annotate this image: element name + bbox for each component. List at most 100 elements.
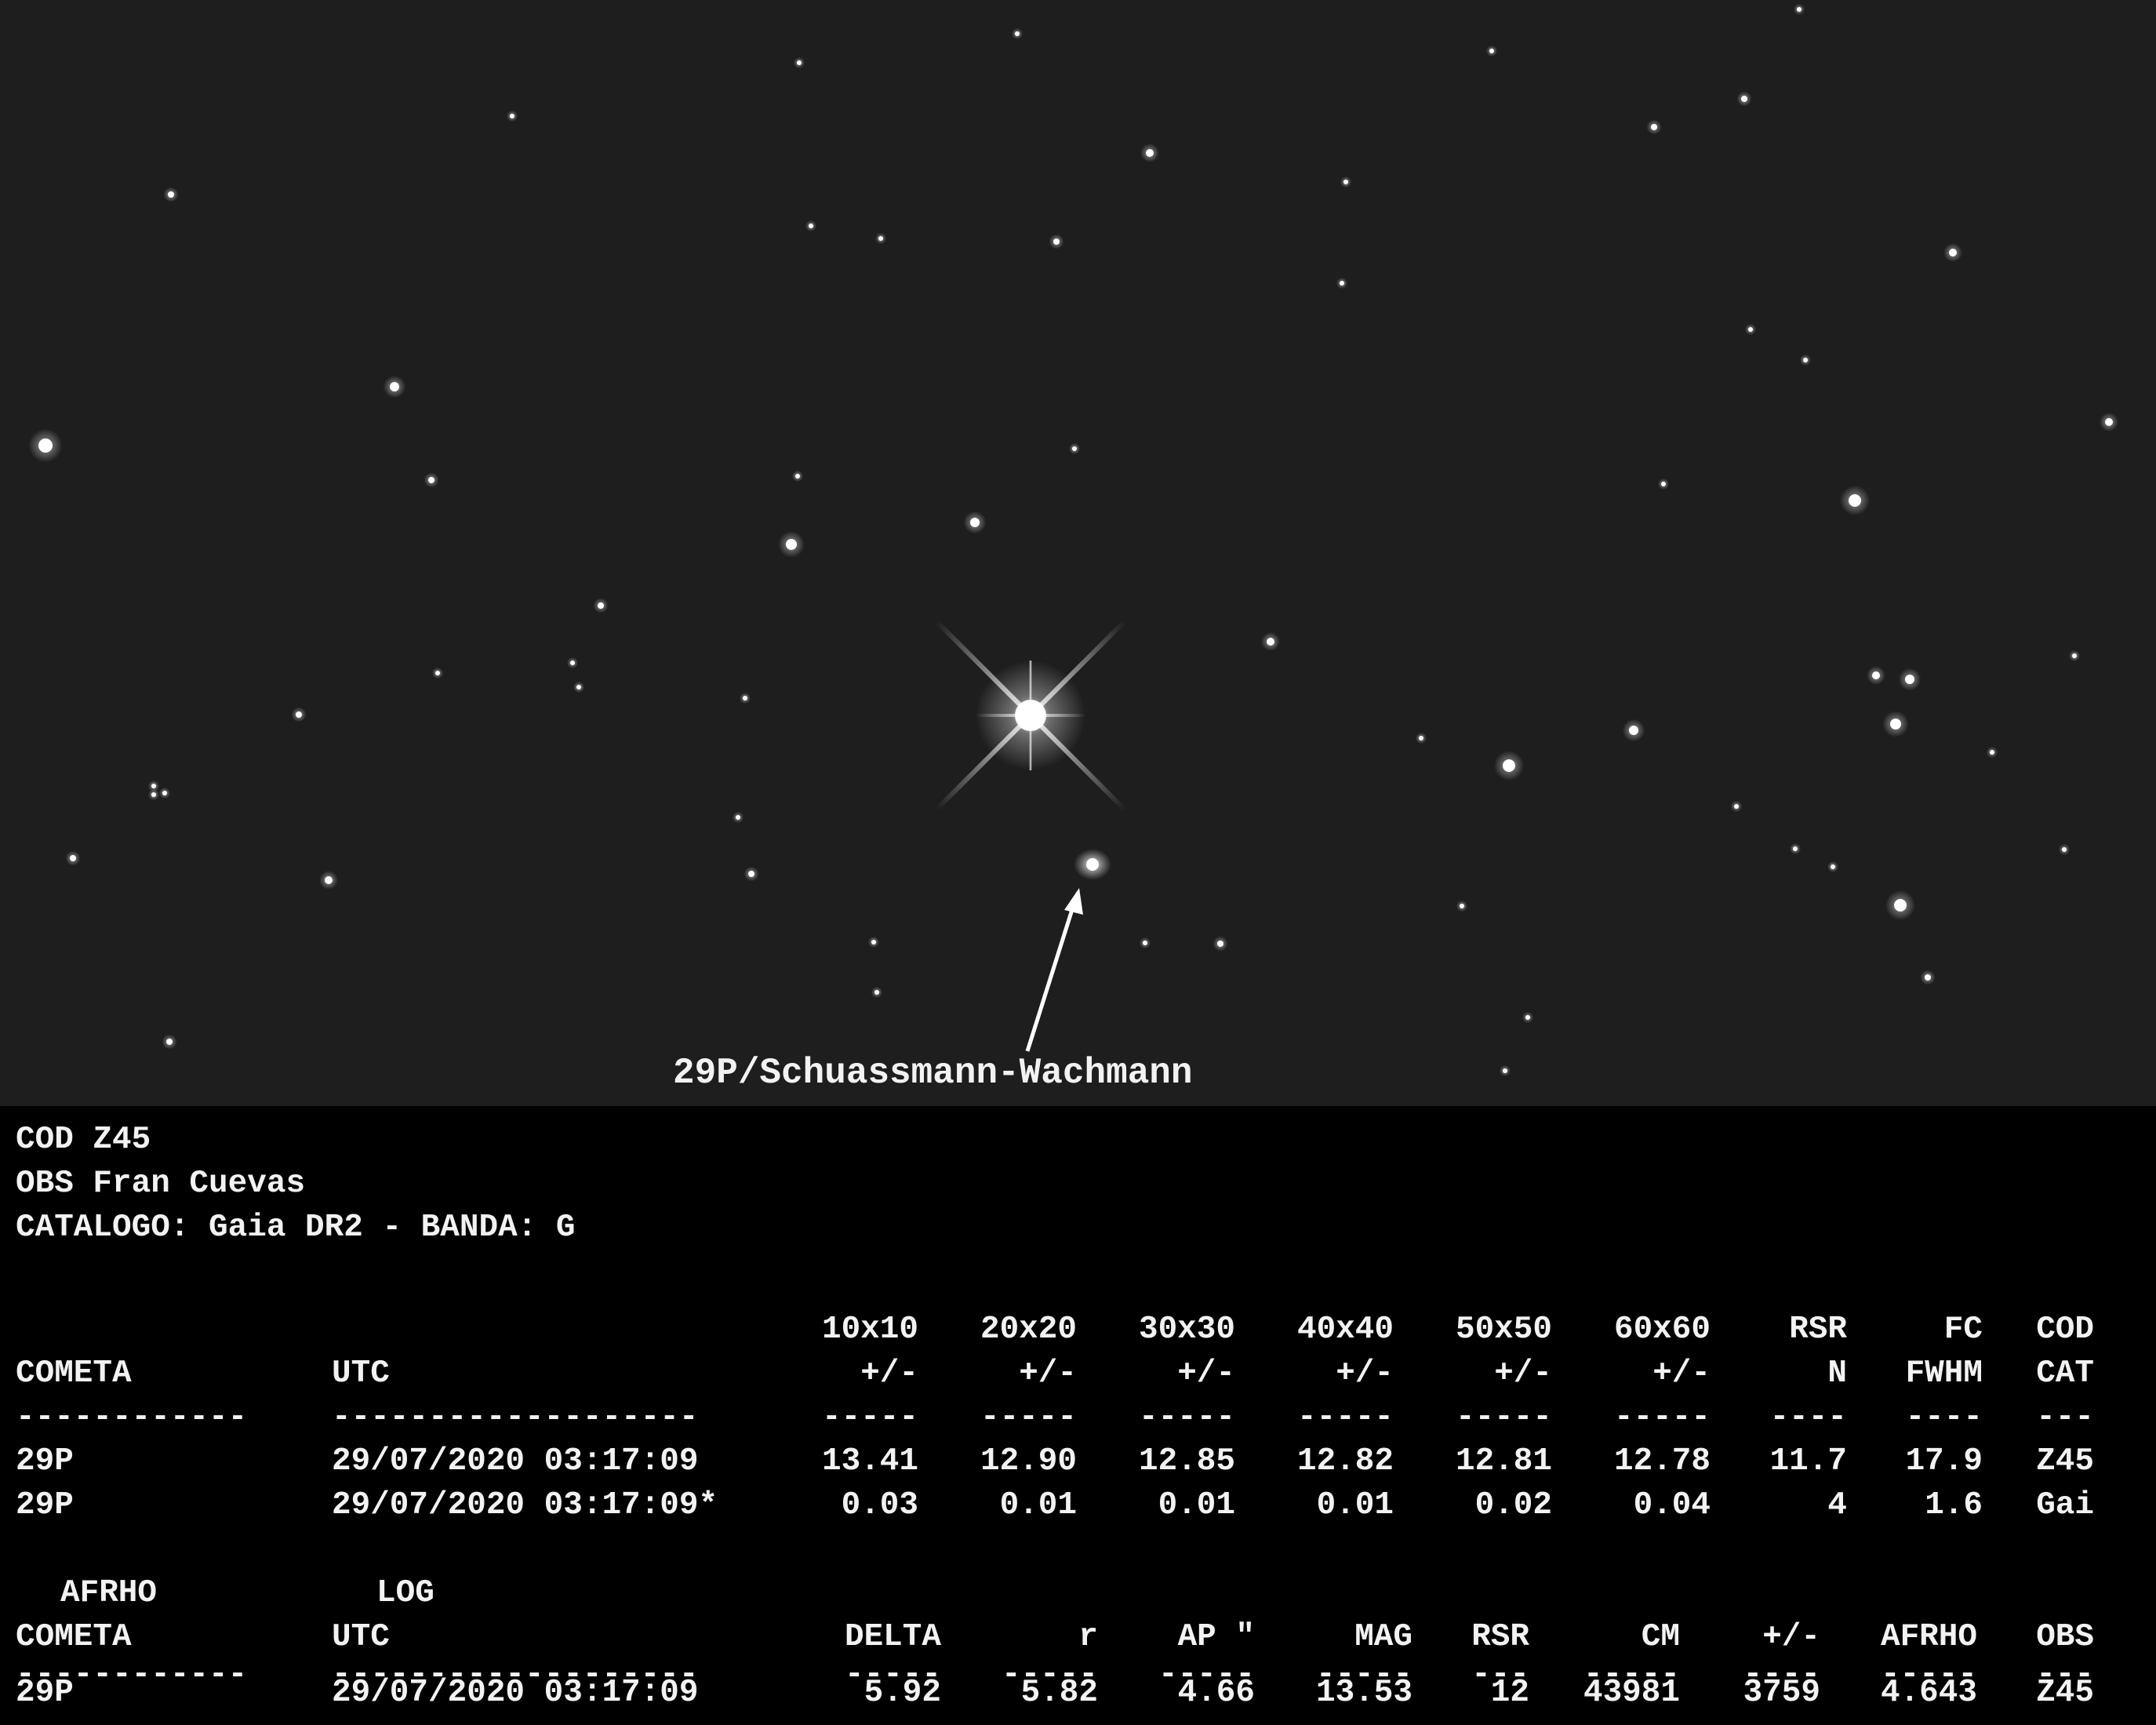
- table2-header: OBS: [2036, 1619, 2094, 1655]
- table1-row: 12.78: [1613, 1443, 1711, 1479]
- table2-row: 29/07/2020 03:17:09: [332, 1675, 699, 1711]
- star: [1661, 482, 1666, 486]
- table1-row: 12.82: [1296, 1443, 1394, 1479]
- table2-row: 5.82: [1020, 1675, 1098, 1711]
- star: [1267, 638, 1274, 646]
- star: [151, 792, 156, 797]
- table1-header: N: [1827, 1356, 1847, 1392]
- star: [786, 539, 797, 550]
- photometry-report: COD Z45 OBS Fran Cuevas CATALOGO: Gaia DR2…: [0, 1106, 2156, 1725]
- star: [2105, 418, 2113, 426]
- table2-row: 4.66: [1177, 1675, 1255, 1711]
- star: [162, 791, 167, 795]
- star: [1793, 846, 1798, 851]
- star: [874, 990, 879, 995]
- star: [1831, 864, 1835, 869]
- table2-header: AP ": [1177, 1619, 1255, 1655]
- star: [1503, 1068, 1507, 1073]
- star: [1990, 750, 1994, 755]
- star: [1419, 736, 1423, 741]
- star: [1905, 675, 1914, 684]
- star: [748, 871, 754, 877]
- star: [878, 236, 883, 241]
- table1-header-top: 20x20: [980, 1312, 1077, 1348]
- table1-row: 12.81: [1455, 1443, 1552, 1479]
- star: [1503, 759, 1515, 772]
- star: [1803, 358, 1808, 362]
- table2-header: MAG: [1354, 1619, 1412, 1655]
- table1-header-top: RSR: [1789, 1312, 1847, 1348]
- table2-row: 29P: [16, 1675, 74, 1711]
- star: [871, 940, 876, 944]
- table1-row: Z45: [2036, 1443, 2094, 1479]
- table1-divider: ---: [2036, 1399, 2094, 1436]
- table2-header: CM: [1641, 1619, 1680, 1655]
- table1-row: 1.6: [1925, 1487, 1983, 1523]
- star: [1629, 726, 1638, 735]
- star: [1651, 124, 1657, 130]
- star: [296, 711, 302, 718]
- table1-row: 12.85: [1138, 1443, 1235, 1479]
- table1-divider: -----: [1296, 1399, 1394, 1436]
- table1-header: +/-: [1019, 1356, 1077, 1392]
- table1-row: 13.41: [821, 1443, 918, 1479]
- star: [1748, 327, 1753, 332]
- table2-row: 43981: [1583, 1675, 1680, 1711]
- table1-row: Gai: [2036, 1487, 2094, 1523]
- star-field-image: [0, 0, 2156, 1106]
- star: [1343, 180, 1348, 184]
- table1-header: FWHM: [1905, 1356, 1983, 1392]
- star: [1340, 281, 1344, 286]
- table1-header: UTC: [332, 1356, 390, 1392]
- table2-header: +/-: [1762, 1619, 1820, 1655]
- table2-row: 12: [1490, 1675, 1529, 1711]
- star: [570, 661, 575, 665]
- star: [1949, 249, 1957, 257]
- header-line: CATALOGO: Gaia DR2 - BANDA: G: [16, 1210, 576, 1246]
- table1-header-top: FC: [1943, 1312, 1983, 1348]
- star: [1489, 49, 1494, 53]
- star: [1741, 96, 1747, 102]
- table2-header: COMETA: [16, 1619, 132, 1655]
- star: [1797, 7, 1802, 12]
- table1-row: 0.03: [841, 1487, 918, 1523]
- table1-header: +/-: [860, 1356, 918, 1392]
- table1-header-top: 10x10: [821, 1312, 918, 1348]
- table1-divider: -----: [1613, 1399, 1711, 1436]
- table1-row: 12.90: [980, 1443, 1077, 1479]
- table2-header-top: LOG: [376, 1575, 434, 1611]
- table2-row: 13.53: [1315, 1675, 1412, 1711]
- table1-divider: ------------: [16, 1399, 248, 1436]
- table1-header-top: 30x30: [1138, 1312, 1235, 1348]
- table1-divider: ----: [1769, 1399, 1847, 1436]
- table1-divider: -----: [980, 1399, 1077, 1436]
- table1-row: 0.04: [1633, 1487, 1711, 1523]
- table1-header-top: 60x60: [1613, 1312, 1711, 1348]
- star: [1460, 904, 1464, 908]
- table2-header: DELTA: [844, 1619, 941, 1655]
- table1-divider: -----: [821, 1399, 918, 1436]
- star: [325, 876, 333, 884]
- star: [1217, 941, 1223, 947]
- star: [1525, 1015, 1530, 1020]
- table2-header: UTC: [332, 1619, 390, 1655]
- table1-header-top: COD: [2036, 1312, 2094, 1348]
- star: [1890, 719, 1901, 730]
- star: [743, 696, 747, 701]
- star: [576, 685, 581, 690]
- table1-row: 29/07/2020 03:17:09: [332, 1443, 699, 1479]
- table2-header: r: [1078, 1619, 1098, 1655]
- table1-row: 29P: [16, 1487, 74, 1523]
- table1-divider: -----: [1138, 1399, 1235, 1436]
- table2-row: 3759: [1743, 1675, 1820, 1711]
- comet-coma: [1074, 849, 1111, 880]
- star: [809, 224, 813, 228]
- star: [1072, 446, 1077, 451]
- star: [1053, 238, 1060, 245]
- star: [1015, 31, 1020, 36]
- table1-header-top: 50x50: [1455, 1312, 1552, 1348]
- star: [151, 784, 156, 788]
- star: [168, 191, 174, 198]
- table1-divider: -------------------: [332, 1399, 699, 1436]
- header-line: OBS Fran Cuevas: [16, 1166, 306, 1202]
